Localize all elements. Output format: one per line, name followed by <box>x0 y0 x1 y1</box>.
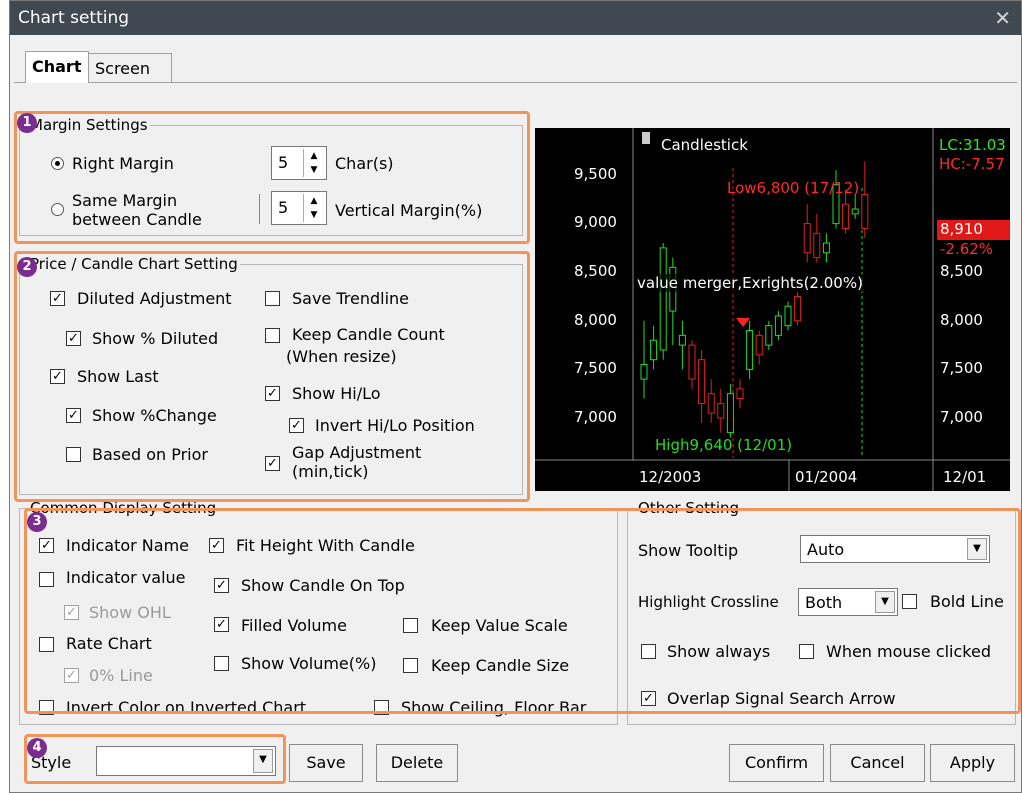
right-tick: 7,500 <box>940 359 983 377</box>
candle-body <box>822 242 830 254</box>
last-price-badge: 8,910 <box>937 220 1010 240</box>
candle-body <box>726 393 734 434</box>
right-tick: 8,500 <box>940 262 983 280</box>
confirm-button[interactable]: Confirm <box>729 744 824 782</box>
right-tick: 8,000 <box>940 311 983 329</box>
badge-4: 4 <box>27 738 47 758</box>
candle-body <box>813 232 821 259</box>
y-tick: 7,000 <box>574 408 617 426</box>
lc-readout: LC:31.03 <box>939 136 1006 154</box>
candle-body <box>688 344 696 380</box>
candle-body <box>842 203 850 229</box>
hc-readout: HC:-7.57 <box>939 155 1005 173</box>
save-button[interactable]: Save <box>289 744 363 782</box>
candle-body <box>707 393 715 414</box>
x-tick: 12/01 <box>943 468 987 486</box>
cancel-button[interactable]: Cancel <box>830 744 925 782</box>
highlight-box-3 <box>24 508 1021 714</box>
candle-body <box>678 334 686 346</box>
highlight-box-4 <box>24 734 286 784</box>
close-icon[interactable]: ✕ <box>994 6 1011 30</box>
candle-body <box>717 402 725 419</box>
badge-3: 3 <box>27 512 47 532</box>
candle-body <box>659 247 667 351</box>
last-change: -2.62% <box>940 240 994 258</box>
x-tick: 01/2004 <box>795 468 858 486</box>
candle-body <box>650 339 658 361</box>
candle-body <box>755 334 763 356</box>
window-title: Chart setting <box>18 8 130 28</box>
high-label: High9,640 (12/01) <box>655 436 793 454</box>
candle-body <box>774 315 782 336</box>
x-tick: 12/2003 <box>639 468 702 486</box>
y-tick: 7,500 <box>574 359 617 377</box>
apply-button[interactable]: Apply <box>930 744 1015 782</box>
y-tick: 9,000 <box>574 213 617 231</box>
y-tick: 8,500 <box>574 262 617 280</box>
candle-body <box>640 364 648 380</box>
candle-body <box>736 388 744 400</box>
chart-legend-label: Candlestick <box>661 136 748 154</box>
candle-body <box>746 330 754 370</box>
title-bar: Chart setting ✕ <box>10 1 1021 35</box>
candle-body <box>765 325 773 346</box>
low-label: Low6,800 (17/12) <box>727 179 860 197</box>
y-tick: 8,000 <box>574 311 617 329</box>
chart-setting-dialog: Chart setting ✕ Chart Screen Margin Sett… <box>9 0 1022 793</box>
badge-1: 1 <box>17 113 37 133</box>
right-tick: 7,000 <box>940 408 983 426</box>
tab-chart[interactable]: Chart <box>25 51 89 83</box>
event-label: value merger,Exrights(2.00%) <box>637 274 863 292</box>
event-arrow-icon <box>736 318 750 327</box>
candle-body <box>794 296 802 322</box>
candle-body <box>698 359 706 404</box>
y-tick: 9,500 <box>574 165 617 183</box>
candle-body <box>861 193 869 229</box>
delete-button[interactable]: Delete <box>376 744 458 782</box>
candle-body <box>803 223 811 254</box>
chart-preview: Candlestick 9,500 9,000 8,500 8,000 7,50… <box>535 128 1010 491</box>
highlight-box-2 <box>14 251 530 502</box>
legend-marker-icon <box>642 132 650 144</box>
candle-body <box>784 305 792 327</box>
badge-2: 2 <box>17 257 37 277</box>
highlight-box-1 <box>14 111 530 244</box>
tab-screen[interactable]: Screen <box>88 53 172 83</box>
candle-body <box>851 208 859 215</box>
